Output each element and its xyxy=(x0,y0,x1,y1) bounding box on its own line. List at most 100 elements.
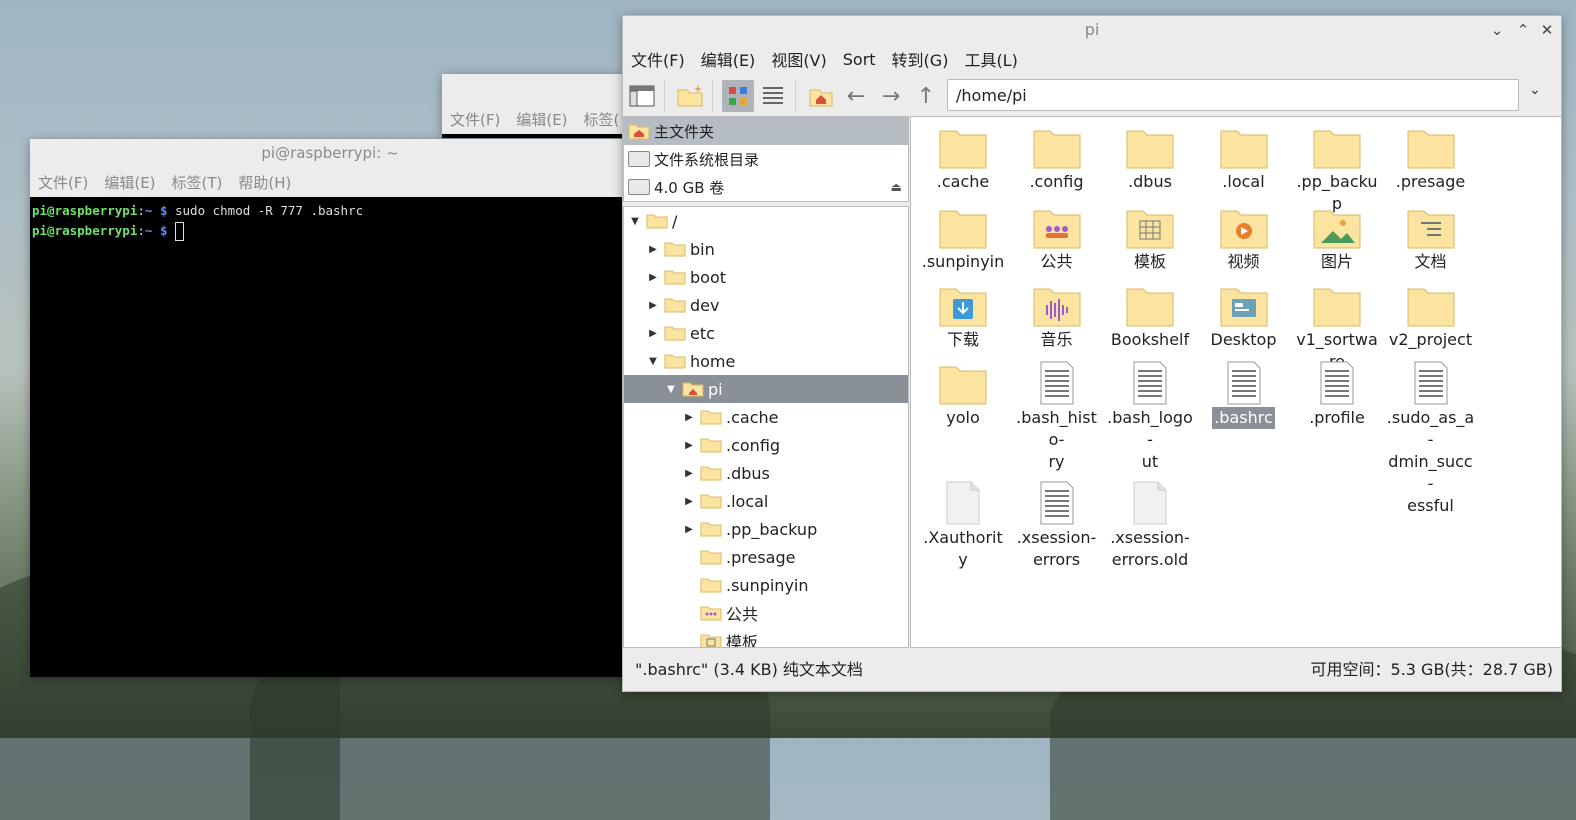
menu-edit[interactable]: 编辑(E) xyxy=(516,109,567,130)
folder-item[interactable]: 图片 xyxy=(1291,205,1383,273)
terminal-line: pi@raspberrypi:~ $ xyxy=(32,221,628,241)
collapsed-arrow-icon[interactable]: ▶ xyxy=(646,272,660,283)
back-button[interactable]: ← xyxy=(840,80,872,112)
folder-item[interactable]: Desktop xyxy=(1198,283,1290,351)
folder-item[interactable]: yolo xyxy=(917,361,1009,429)
tree-item[interactable]: ▶ bin xyxy=(624,235,908,263)
terminal-output[interactable]: pi@raspberrypi:~ $ sudo chmod -R 777 .ba… xyxy=(30,197,630,245)
folder-item[interactable]: .pp_backup xyxy=(1291,125,1383,215)
collapsed-arrow-icon[interactable]: ▶ xyxy=(646,244,660,255)
collapsed-arrow-icon[interactable]: ▶ xyxy=(682,440,696,451)
terminal-window[interactable]: pi@raspberrypi: ~ 文件(F) 编辑(E) 标签(T) 帮助(H… xyxy=(30,139,630,677)
minimize-icon[interactable]: ⌄ xyxy=(1485,16,1509,44)
place-filesystem-root[interactable]: 文件系统根目录 xyxy=(624,145,908,173)
tree-item[interactable]: ▼ / xyxy=(624,207,908,235)
tree-item[interactable]: .sunpinyin xyxy=(624,571,908,599)
menu-file[interactable]: 文件(F) xyxy=(38,172,88,193)
file-item[interactable]: .bash_histo- ry xyxy=(1011,361,1103,473)
list-view-button[interactable] xyxy=(757,80,789,112)
file-item[interactable]: .sudo_as_a- dmin_succ- essful xyxy=(1385,361,1477,517)
icon-view-button[interactable] xyxy=(722,80,754,112)
collapsed-arrow-icon[interactable]: ▶ xyxy=(646,328,660,339)
folder-item[interactable]: 视频 xyxy=(1198,205,1290,273)
collapsed-arrow-icon[interactable]: ▶ xyxy=(682,468,696,479)
tree-item[interactable]: .presage xyxy=(624,543,908,571)
menu-tools[interactable]: 工具(L) xyxy=(964,47,1017,71)
tree-item-label: etc xyxy=(690,323,715,343)
maximize-icon[interactable]: ⌃ xyxy=(1511,16,1535,44)
tree-item-label: home xyxy=(690,351,736,371)
menu-help[interactable]: 帮助(H) xyxy=(238,172,291,193)
path-input[interactable]: /home/pi xyxy=(947,79,1519,111)
file-label: yolo xyxy=(946,408,980,427)
folder-item[interactable]: .dbus xyxy=(1104,125,1196,193)
menu-edit[interactable]: 编辑(E) xyxy=(104,172,155,193)
folder-item[interactable]: v2_project xyxy=(1385,283,1477,351)
tree-item[interactable]: 模板 xyxy=(624,627,908,647)
background-terminal-window[interactable]: 文件(F) 编辑(E) 标签( xyxy=(442,74,642,138)
expanded-arrow-icon[interactable]: ▼ xyxy=(664,384,678,395)
collapsed-arrow-icon[interactable]: ▶ xyxy=(646,300,660,311)
eject-icon[interactable]: ⏏ xyxy=(891,180,902,194)
tree-item[interactable]: ▶ etc xyxy=(624,319,908,347)
menu-sort[interactable]: Sort xyxy=(843,50,876,69)
file-item[interactable]: .bash_logo- ut xyxy=(1104,361,1196,473)
folder-item[interactable]: 公共 xyxy=(1011,205,1103,273)
tree-item[interactable]: ▶ dev xyxy=(624,291,908,319)
folder-item[interactable]: 文档 xyxy=(1385,205,1477,273)
tree-item[interactable]: ▼ home xyxy=(624,347,908,375)
folder-item[interactable]: 音乐 xyxy=(1011,283,1103,351)
expanded-arrow-icon[interactable]: ▼ xyxy=(646,356,660,367)
file-item[interactable]: .xsession- errors xyxy=(1011,481,1103,571)
menu-file[interactable]: 文件(F) xyxy=(450,109,500,130)
folder-item[interactable]: .cache xyxy=(917,125,1009,193)
folder-item[interactable]: .config xyxy=(1011,125,1103,193)
folder-icon xyxy=(939,205,987,249)
expanded-arrow-icon[interactable]: ▼ xyxy=(628,216,642,227)
up-button[interactable]: ↑ xyxy=(910,80,942,112)
tree-item[interactable]: 公共 xyxy=(624,599,908,627)
tree-item[interactable]: ▼ pi xyxy=(624,375,908,403)
tree-item[interactable]: ▶ .local xyxy=(624,487,908,515)
close-icon[interactable]: ✕ xyxy=(1535,16,1559,44)
collapsed-arrow-icon[interactable]: ▶ xyxy=(682,524,696,535)
tree-item[interactable]: ▶ .dbus xyxy=(624,459,908,487)
tree-item[interactable]: ▶ .cache xyxy=(624,403,908,431)
file-manager-window[interactable]: pi ⌄ ⌃ ✕ 文件(F) 编辑(E) 视图(V) Sort 转到(G) 工具… xyxy=(622,15,1562,692)
file-manager-titlebar[interactable]: pi ⌄ ⌃ ✕ xyxy=(623,16,1561,44)
terminal-title[interactable]: pi@raspberrypi: ~ xyxy=(30,139,630,167)
terminal-strip xyxy=(442,134,642,138)
menu-view[interactable]: 视图(V) xyxy=(771,47,826,71)
new-window-button[interactable] xyxy=(626,80,658,112)
place-home[interactable]: 主文件夹 xyxy=(624,117,908,145)
collapsed-arrow-icon[interactable]: ▶ xyxy=(682,496,696,507)
home-button[interactable] xyxy=(805,80,837,112)
menu-go[interactable]: 转到(G) xyxy=(892,47,949,71)
menu-edit[interactable]: 编辑(E) xyxy=(701,47,756,71)
file-item[interactable]: .Xauthority xyxy=(917,481,1009,571)
tree-item[interactable]: ▶ .pp_backup xyxy=(624,515,908,543)
file-item[interactable]: .xsession- errors.old xyxy=(1104,481,1196,571)
file-item[interactable]: .profile xyxy=(1291,361,1383,429)
chevron-down-icon[interactable]: ⌄ xyxy=(1529,82,1541,98)
menu-file[interactable]: 文件(F) xyxy=(631,47,685,71)
new-folder-button[interactable] xyxy=(674,80,706,112)
folder-item[interactable]: 下载 xyxy=(917,283,1009,351)
folder-item[interactable]: .local xyxy=(1198,125,1290,193)
file-label: .local xyxy=(1222,172,1265,191)
forward-button[interactable]: → xyxy=(875,80,907,112)
menu-tabs[interactable]: 标签( xyxy=(584,109,620,130)
terminal-line: pi@raspberrypi:~ $ sudo chmod -R 777 .ba… xyxy=(32,201,628,221)
file-item[interactable]: .bashrc xyxy=(1198,361,1290,429)
menu-tabs[interactable]: 标签(T) xyxy=(172,172,223,193)
folder-item[interactable]: v1_sortware xyxy=(1291,283,1383,373)
folder-item[interactable]: .presage xyxy=(1385,125,1477,193)
tree-item-label: dev xyxy=(690,295,720,315)
folder-item[interactable]: 模板 xyxy=(1104,205,1196,273)
tree-item[interactable]: ▶ boot xyxy=(624,263,908,291)
place-volume[interactable]: 4.0 GB 卷 ⏏ xyxy=(624,173,908,201)
folder-item[interactable]: Bookshelf xyxy=(1104,283,1196,351)
folder-item[interactable]: .sunpinyin xyxy=(917,205,1009,273)
tree-item[interactable]: ▶ .config xyxy=(624,431,908,459)
collapsed-arrow-icon[interactable]: ▶ xyxy=(682,412,696,423)
